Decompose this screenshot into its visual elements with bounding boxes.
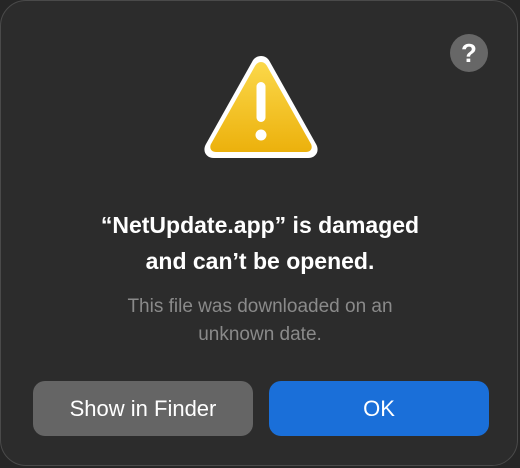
warning-triangle-icon	[204, 56, 318, 158]
show-in-finder-label: Show in Finder	[69, 395, 217, 421]
dialog-message-line-2: unknown date.	[198, 324, 322, 345]
ok-button[interactable]: OK	[269, 381, 489, 436]
dialog-message: This file was downloaded on an unknown d…	[41, 293, 479, 349]
dialog-title: “NetUpdate.app” is damaged and can’t be …	[21, 207, 499, 279]
dialog-message-line-1: This file was downloaded on an	[127, 296, 393, 317]
help-icon: ?	[461, 38, 477, 68]
alert-dialog: ? “NetUpdate.app” is damaged and can’t b…	[0, 0, 518, 466]
show-in-finder-button[interactable]: Show in Finder	[33, 381, 253, 436]
dialog-title-line-2: and can’t be opened.	[145, 248, 375, 274]
ok-label: OK	[363, 395, 395, 421]
help-button[interactable]: ?	[450, 34, 488, 72]
dialog-title-line-1: “NetUpdate.app” is damaged	[100, 212, 420, 238]
